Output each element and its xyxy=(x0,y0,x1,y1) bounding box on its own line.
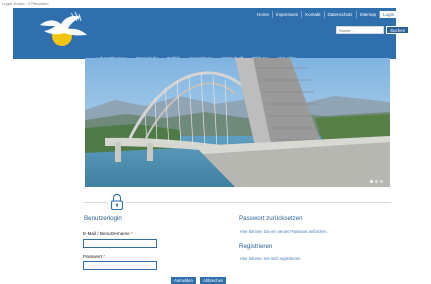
topnav-home[interactable]: Home xyxy=(254,11,274,18)
login-button[interactable]: Anmelden xyxy=(171,277,196,284)
hero-slider[interactable] xyxy=(85,58,390,187)
password-label: Passwort * xyxy=(83,254,105,259)
register-link[interactable]: Hier können Sie sich registrieren xyxy=(240,256,301,261)
login-title: Benutzerlogin xyxy=(84,215,122,222)
site-logo[interactable] xyxy=(37,11,89,49)
password-field[interactable] xyxy=(83,261,157,270)
slider-dot-2[interactable] xyxy=(375,180,378,183)
forgot-password-link[interactable]: Hier können Sie ein neues Passwort anfor… xyxy=(240,229,328,234)
email-label: E-Mail / Benutzername * xyxy=(83,231,133,236)
topnav-impressum[interactable]: Impressum xyxy=(273,11,303,18)
topnav-kontakt[interactable]: Kontakt xyxy=(302,11,325,18)
top-navigation: Home Impressum Kontakt Datenschutz Sitem… xyxy=(254,11,408,18)
password-label-text: Passwort xyxy=(83,254,102,259)
search-button[interactable]: Suchen xyxy=(386,26,410,34)
bridge-photo xyxy=(85,58,390,187)
slider-dot-3[interactable] xyxy=(380,180,383,183)
topnav-datenschutz[interactable]: Datenschutz xyxy=(325,11,357,18)
email-label-text: E-Mail / Benutzername xyxy=(83,231,130,236)
lock-icon xyxy=(110,193,124,211)
slider-dots xyxy=(370,180,383,183)
divider-left xyxy=(84,202,108,203)
topnav-sitemap[interactable]: Sitemap xyxy=(357,11,381,18)
search-bar: Suchen xyxy=(336,26,410,34)
browser-tab-title: Login, Konto · 2 Personen xyxy=(2,1,49,6)
divider-right xyxy=(126,202,391,203)
required-mark: * xyxy=(103,254,105,259)
slider-dot-1[interactable] xyxy=(370,180,373,183)
site-header: Home Impressum Kontakt Datenschutz Sitem… xyxy=(13,8,410,61)
forgot-password-title: Passwort zurücksetzen xyxy=(239,215,303,222)
topnav-login[interactable]: Login xyxy=(380,11,399,18)
dove-logo-icon xyxy=(40,11,87,46)
font-size-control[interactable]: a A xyxy=(401,12,408,18)
required-mark: * xyxy=(131,231,133,236)
email-field[interactable] xyxy=(83,239,157,248)
cancel-button[interactable]: Abbrechen xyxy=(200,277,227,284)
search-input[interactable] xyxy=(336,26,384,34)
register-title: Registrieren xyxy=(239,243,273,250)
